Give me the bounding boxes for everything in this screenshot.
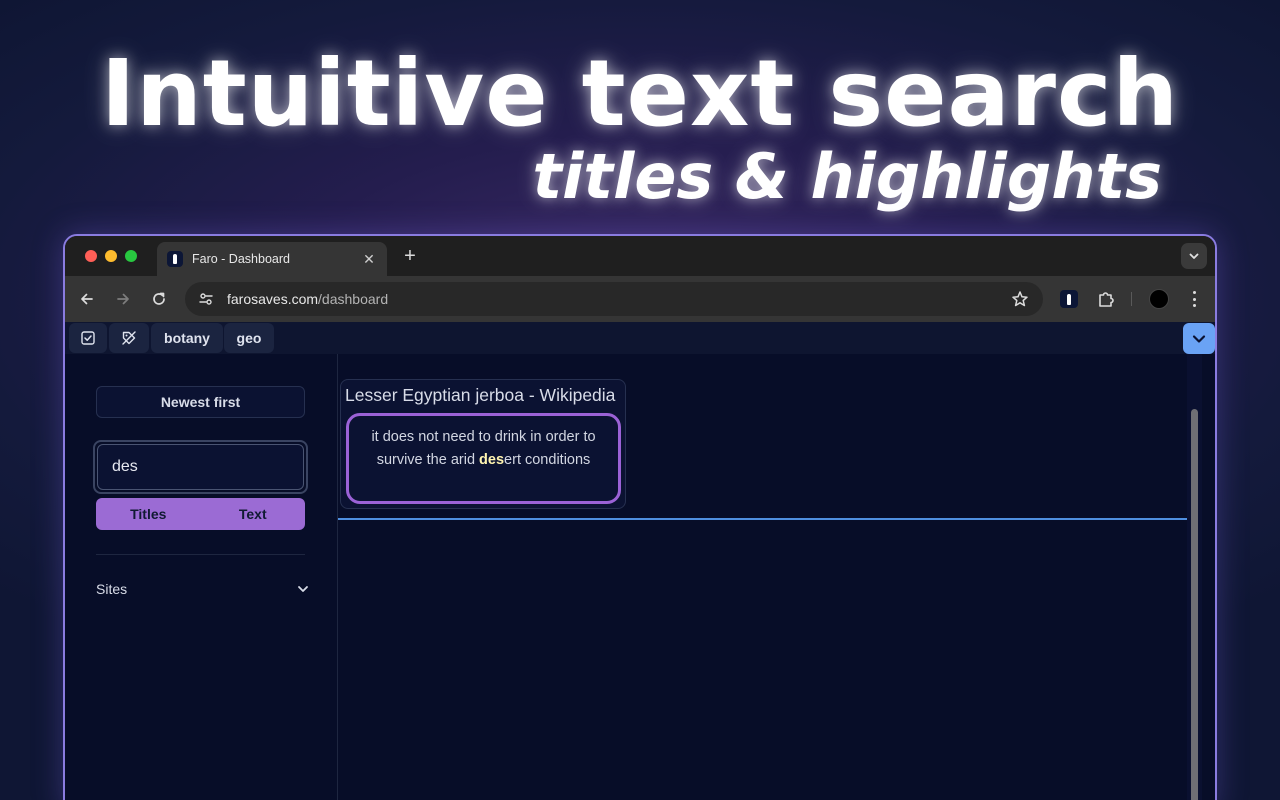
url-text: farosaves.com/dashboard	[227, 291, 1043, 307]
profile-avatar[interactable]	[1149, 289, 1169, 309]
sort-button[interactable]: Newest first	[96, 386, 305, 418]
site-settings-icon[interactable]	[195, 288, 217, 310]
sidebar: Newest first Titles Text Sites	[65, 354, 338, 800]
results-row-divider	[338, 518, 1202, 520]
result-card[interactable]: Lesser Egyptian jerboa - Wikipedia it do…	[340, 379, 626, 509]
faro-extension-icon[interactable]	[1060, 290, 1078, 308]
highlight-text-after: ert conditions	[504, 452, 591, 468]
url-domain: farosaves.com	[227, 291, 319, 307]
browser-window: Faro - Dashboard ✕ + farosaves.com/dashb…	[63, 234, 1217, 800]
arrow-left-icon	[81, 293, 93, 305]
chevron-down-icon	[298, 586, 308, 592]
minimize-window-button[interactable]	[105, 250, 117, 262]
mode-titles-button[interactable]: Titles	[96, 498, 201, 530]
chevron-down-icon	[1189, 253, 1199, 259]
result-title[interactable]: Lesser Egyptian jerboa - Wikipedia	[345, 385, 615, 406]
tab-bar: Faro - Dashboard ✕ +	[65, 236, 1215, 276]
sites-dropdown[interactable]: Sites	[96, 578, 310, 600]
toolbar-divider	[1131, 292, 1132, 306]
url-path: /dashboard	[318, 291, 389, 307]
collapse-button[interactable]	[1183, 323, 1215, 354]
mode-text-button[interactable]: Text	[201, 498, 306, 530]
highlight-snippet[interactable]: it does not need to drink in order to su…	[346, 413, 621, 504]
tag-geo[interactable]: geo	[224, 323, 274, 353]
chevron-down-icon	[1192, 334, 1206, 343]
search-input[interactable]	[97, 444, 304, 490]
maximize-window-button[interactable]	[125, 250, 137, 262]
tab-close-icon[interactable]: ✕	[361, 251, 377, 268]
reload-button[interactable]	[149, 289, 169, 309]
results-panel: Lesser Egyptian jerboa - Wikipedia it do…	[338, 354, 1202, 800]
hero-headline: Intuitive text search	[100, 40, 1179, 147]
tab-title: Faro - Dashboard	[192, 252, 290, 266]
faro-favicon-icon	[167, 251, 183, 267]
hero-subheadline: titles & highlights	[532, 140, 1162, 213]
search-match: des	[479, 452, 505, 468]
faro-dashboard: botany geo Newest first Titles Text Site…	[65, 322, 1215, 800]
back-button[interactable]	[77, 289, 97, 309]
new-tab-button[interactable]: +	[399, 245, 421, 268]
close-window-button[interactable]	[85, 250, 97, 262]
tab-search-button[interactable]	[1181, 243, 1207, 269]
tag-off-icon	[122, 331, 136, 345]
untagged-filter-button[interactable]	[109, 323, 149, 353]
address-bar[interactable]: farosaves.com/dashboard	[185, 282, 1043, 316]
select-all-button[interactable]	[69, 323, 107, 353]
forward-button[interactable]	[113, 289, 133, 309]
browser-menu-icon[interactable]	[1186, 289, 1202, 309]
reload-icon	[153, 292, 165, 305]
bookmark-star-icon[interactable]	[1011, 290, 1029, 313]
search-field	[93, 440, 308, 494]
sites-label: Sites	[96, 581, 128, 597]
sidebar-divider	[96, 554, 305, 555]
scrollbar-thumb[interactable]	[1191, 409, 1198, 800]
extensions-puzzle-icon[interactable]	[1096, 289, 1116, 314]
scrollbar[interactable]	[1187, 354, 1202, 800]
arrow-right-icon	[117, 293, 129, 305]
browser-toolbar: farosaves.com/dashboard	[65, 276, 1215, 322]
tab-faro-dashboard[interactable]: Faro - Dashboard ✕	[157, 242, 387, 276]
tag-filter-bar: botany geo	[65, 322, 1215, 354]
search-mode-toggle: Titles Text	[96, 498, 305, 530]
tag-botany[interactable]: botany	[151, 323, 223, 353]
checkbox-icon	[81, 331, 95, 345]
